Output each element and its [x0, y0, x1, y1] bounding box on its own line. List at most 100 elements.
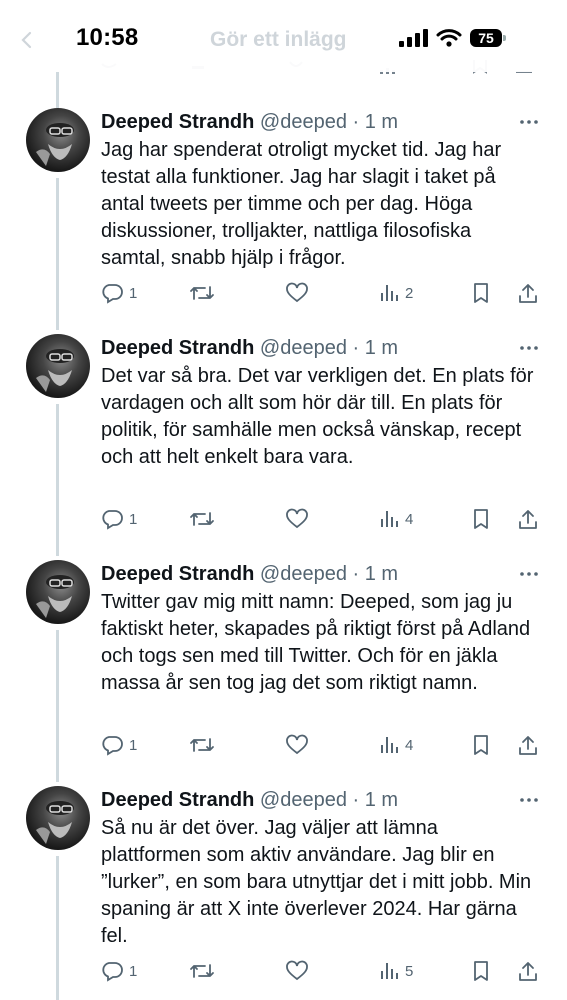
speech-bubble-icon — [102, 510, 123, 530]
bar-chart-icon — [381, 737, 398, 753]
author-name[interactable]: Deeped Strandh — [101, 563, 254, 585]
avatar[interactable] — [26, 334, 90, 398]
views-button[interactable]: 2 — [379, 280, 413, 306]
speech-bubble-icon — [102, 736, 123, 756]
author-name[interactable]: Deeped Strandh — [101, 337, 254, 359]
more-dots-icon[interactable] — [518, 112, 540, 132]
bookmark-button[interactable] — [471, 732, 491, 758]
views-button[interactable]: 5 — [379, 958, 413, 984]
retweet-icon — [190, 512, 214, 526]
like-button[interactable] — [285, 958, 309, 984]
share-icon — [519, 736, 537, 755]
tweet-header: Deeped Strandh @deeped · 1 m — [101, 788, 398, 812]
status-bar: 10:58 Gör ett inlägg 75 — [0, 0, 567, 72]
like-button[interactable] — [285, 280, 309, 306]
tweet-actions: 1 5 — [101, 958, 551, 984]
bar-chart-icon — [381, 511, 398, 527]
tweet-time: · 1 m — [352, 111, 399, 133]
avatar-photo — [36, 123, 74, 166]
bookmark-icon — [474, 283, 488, 303]
like-button[interactable] — [285, 506, 309, 532]
avatar[interactable] — [26, 108, 90, 172]
reply-count: 1 — [129, 510, 138, 528]
more-dots-icon[interactable] — [518, 564, 540, 584]
reply-button[interactable]: 1 — [101, 958, 137, 984]
bookmark-button[interactable] — [471, 958, 491, 984]
page-title: Gör ett inlägg — [210, 28, 347, 51]
share-button[interactable] — [517, 506, 539, 532]
author-name[interactable]: Deeped Strandh — [101, 789, 254, 811]
battery-icon: 75 — [470, 29, 506, 47]
share-icon — [519, 962, 537, 981]
bookmark-button[interactable] — [471, 280, 491, 306]
share-button[interactable] — [517, 280, 539, 306]
tweet-text: Jag har spenderat otroligt mycket tid. J… — [101, 139, 502, 269]
tweet-time: · 1 m — [352, 563, 399, 585]
reply-button[interactable]: 1 — [101, 732, 137, 758]
author-handle[interactable]: @deeped — [260, 337, 347, 359]
heart-icon — [286, 734, 308, 755]
thread-line — [56, 404, 59, 556]
tweet-actions: 1 4 — [101, 506, 551, 532]
tweet-text: Så nu är det över. Jag väljer att lämna … — [101, 817, 532, 947]
retweet-icon — [190, 286, 214, 300]
more-dots-icon[interactable] — [518, 790, 540, 810]
retweet-button[interactable] — [189, 506, 215, 532]
reply-button[interactable]: 1 — [101, 506, 137, 532]
thread-line — [56, 178, 59, 330]
thread-line — [56, 630, 59, 782]
views-button[interactable]: 4 — [379, 506, 413, 532]
thread-line — [56, 856, 59, 1000]
avatar[interactable] — [26, 560, 90, 624]
views-button[interactable]: 4 — [379, 732, 413, 758]
tweet-actions: 1 2 — [101, 280, 551, 306]
retweet-button[interactable] — [189, 732, 215, 758]
reply-button[interactable]: 1 — [101, 280, 137, 306]
back-arrow-icon[interactable] — [18, 30, 38, 50]
reply-count: 1 — [129, 962, 138, 980]
reply-count: 1 — [129, 736, 138, 754]
speech-bubble-icon — [102, 284, 123, 304]
retweet-button[interactable] — [189, 280, 215, 306]
tweet-time: · 1 m — [352, 789, 399, 811]
author-name[interactable]: Deeped Strandh — [101, 111, 254, 133]
retweet-button[interactable] — [189, 958, 215, 984]
heart-icon — [286, 282, 308, 303]
wifi-icon — [436, 29, 462, 47]
tweet-header: Deeped Strandh @deeped · 1 m — [101, 562, 398, 586]
thread-line — [56, 72, 59, 108]
tweet-time: · 1 m — [352, 337, 399, 359]
share-icon — [519, 510, 537, 529]
share-button[interactable] — [517, 958, 539, 984]
tweet-text: Det var så bra. Det var verkligen det. E… — [101, 365, 534, 468]
avatar-photo — [36, 575, 74, 618]
share-icon — [519, 284, 537, 303]
battery-level: 75 — [478, 30, 494, 46]
bookmark-button[interactable] — [471, 506, 491, 532]
author-handle[interactable]: @deeped — [260, 563, 347, 585]
retweet-icon — [190, 964, 214, 978]
tweet-header: Deeped Strandh @deeped · 1 m — [101, 110, 398, 134]
avatar[interactable] — [26, 786, 90, 850]
share-button[interactable] — [517, 732, 539, 758]
status-icons: 75 — [398, 26, 506, 50]
tweet-text: Twitter gav mig mitt namn: Deeped, som j… — [101, 591, 531, 694]
cellular-signal-icon — [399, 29, 428, 47]
author-handle[interactable]: @deeped — [260, 111, 347, 133]
avatar-photo — [36, 801, 74, 844]
speech-bubble-icon — [102, 962, 123, 982]
tweet-header: Deeped Strandh @deeped · 1 m — [101, 336, 398, 360]
retweet-icon — [190, 738, 214, 752]
author-handle[interactable]: @deeped — [260, 789, 347, 811]
bookmark-icon — [474, 961, 488, 981]
tweet-actions: 1 4 — [101, 732, 551, 758]
views-count: 5 — [405, 962, 414, 980]
views-count: 2 — [405, 284, 414, 302]
avatar-photo — [36, 349, 74, 392]
bookmark-icon — [474, 735, 488, 755]
more-dots-icon[interactable] — [518, 338, 540, 358]
bookmark-icon — [474, 509, 488, 529]
like-button[interactable] — [285, 732, 309, 758]
battery-tip — [503, 35, 506, 41]
views-count: 4 — [405, 736, 414, 754]
